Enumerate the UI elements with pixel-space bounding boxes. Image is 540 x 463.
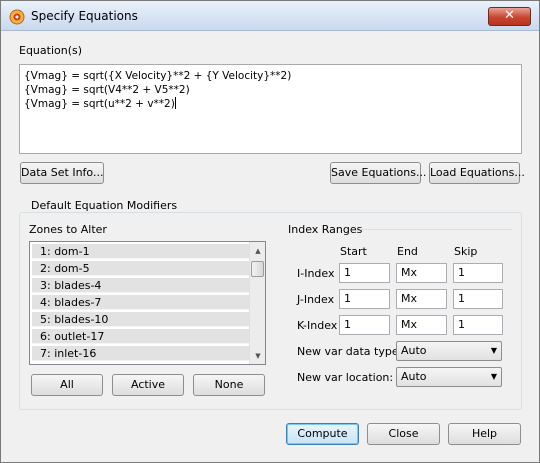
end-column-header: End	[397, 245, 418, 258]
tecplot-icon	[9, 9, 25, 25]
scrollbar-thumb[interactable]	[251, 261, 264, 277]
list-item[interactable]: 7: inlet-16	[32, 346, 250, 361]
i-index-start-field[interactable]: 1	[339, 263, 390, 283]
new-var-location-label: New var location:	[297, 371, 394, 384]
chevron-down-icon: ▼	[490, 346, 497, 355]
k-index-label: K-Index	[297, 319, 338, 332]
list-item[interactable]: 1: dom-1	[32, 244, 250, 259]
location-value: Auto	[401, 370, 427, 383]
list-item[interactable]: 4: blades-7	[32, 295, 250, 310]
data-type-value: Auto	[401, 344, 427, 357]
select-active-button[interactable]: Active	[112, 374, 184, 396]
scroll-up-icon[interactable]: ▲	[250, 244, 265, 258]
j-index-skip-field[interactable]: 1	[453, 289, 503, 309]
title-bar: Specify Equations ✕	[1, 1, 539, 31]
list-item[interactable]: 6: outlet-17	[32, 329, 250, 344]
skip-column-header: Skip	[454, 245, 478, 258]
window-close-button[interactable]: ✕	[488, 7, 531, 26]
equation-line: {Vmag} = sqrt({X Velocity}**2 + {Y Veloc…	[24, 70, 292, 82]
window-title: Specify Equations	[31, 9, 138, 23]
close-button[interactable]: Close	[367, 423, 440, 445]
equations-textarea[interactable]: {Vmag} = sqrt({X Velocity}**2 + {Y Veloc…	[19, 64, 522, 154]
list-item[interactable]: 5: blades-10	[32, 312, 250, 327]
specify-equations-dialog: Specify Equations ✕ Equation(s) {Vmag} =…	[0, 0, 540, 463]
text-caret	[174, 97, 176, 109]
zones-to-alter-label: Zones to Alter	[29, 223, 107, 236]
data-set-info-button[interactable]: Data Set Info...	[20, 162, 104, 184]
chevron-down-icon: ▼	[490, 372, 497, 381]
zones-listbox[interactable]: 1: dom-1 2: dom-5 3: blades-4 4: blades-…	[29, 241, 266, 365]
new-var-data-type-label: New var data type:	[297, 345, 403, 358]
equation-line: {Vmag} = sqrt(u**2 + v**2)	[24, 98, 175, 110]
select-none-button[interactable]: None	[193, 374, 265, 396]
k-index-end-field[interactable]: Mx	[396, 315, 447, 335]
i-index-end-field[interactable]: Mx	[396, 263, 447, 283]
equations-label: Equation(s)	[19, 44, 83, 57]
start-column-header: Start	[340, 245, 367, 258]
equation-line: {Vmag} = sqrt(V4**2 + V5**2)	[24, 84, 190, 96]
i-index-label: I-Index	[297, 267, 335, 280]
k-index-skip-field[interactable]: 1	[453, 315, 503, 335]
k-index-start-field[interactable]: 1	[339, 315, 390, 335]
i-index-skip-field[interactable]: 1	[453, 263, 503, 283]
j-index-start-field[interactable]: 1	[339, 289, 390, 309]
group-title: Default Equation Modifiers	[28, 199, 181, 212]
compute-button[interactable]: Compute	[286, 423, 359, 445]
list-item[interactable]: 3: blades-4	[32, 278, 250, 293]
new-var-data-type-select[interactable]: Auto ▼	[396, 341, 502, 361]
index-ranges-title: Index Ranges	[288, 223, 363, 236]
zones-scrollbar[interactable]: ▲ ▼	[249, 242, 265, 364]
select-all-button[interactable]: All	[31, 374, 103, 396]
scroll-down-icon[interactable]: ▼	[250, 349, 265, 363]
j-index-label: J-Index	[297, 293, 335, 306]
index-ranges-divider	[360, 229, 512, 230]
list-item[interactable]: 2: dom-5	[32, 261, 250, 276]
help-button[interactable]: Help	[448, 423, 521, 445]
save-equations-button[interactable]: Save Equations...	[330, 162, 426, 184]
new-var-location-select[interactable]: Auto ▼	[396, 367, 502, 387]
j-index-end-field[interactable]: Mx	[396, 289, 447, 309]
load-equations-button[interactable]: Load Equations...	[429, 162, 525, 184]
